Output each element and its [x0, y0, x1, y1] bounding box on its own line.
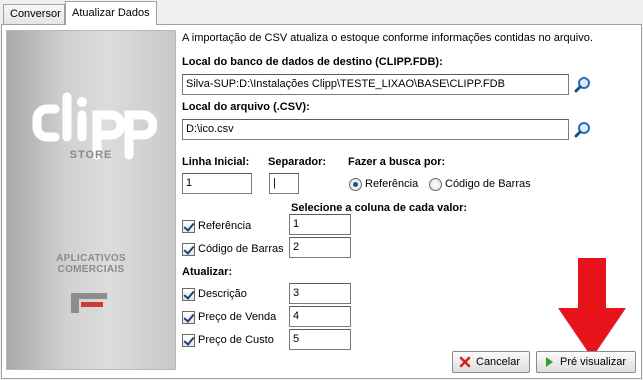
f-logo-icon — [71, 293, 107, 313]
colunas-label: Selecione a coluna de cada valor: — [291, 202, 468, 214]
preview-button-label: Pré visualizar — [560, 356, 627, 368]
preco-venda-column-input[interactable]: 4 — [289, 306, 351, 327]
brand-aplicativos-text: APLICATIVOS COMERCIAIS — [7, 253, 175, 275]
tab-conversor-label: Conversor — [10, 8, 61, 20]
brand-aplicativos-line2: COMERCIAIS — [57, 264, 125, 275]
codigo-barras-label: Código de Barras — [198, 243, 284, 255]
tab-strip: Conversor Atualizar Dados — [0, 0, 643, 25]
preco-custo-checkbox[interactable] — [182, 334, 195, 347]
brand-panel: STORE APLICATIVOS COMERCIAIS — [6, 30, 176, 370]
cancel-button-label: Cancelar — [476, 356, 521, 368]
red-down-arrow-icon — [558, 258, 626, 358]
separador-input[interactable]: | — [269, 173, 299, 194]
db-path-input[interactable]: Silva-SUP:D:\Instalações Clipp\TESTE_LIX… — [182, 74, 569, 95]
linha-inicial-input[interactable]: 1 — [182, 173, 252, 194]
atualizar-label: Atualizar: — [182, 266, 233, 278]
preco-custo-column-input[interactable]: 5 — [289, 329, 351, 350]
csv-search-icon[interactable] — [574, 121, 592, 139]
busca-label: Fazer a busca por: — [348, 156, 446, 168]
brand-store-text: STORE — [69, 149, 113, 161]
db-search-icon[interactable] — [574, 76, 592, 94]
csv-path-input[interactable]: D:\ico.csv — [182, 119, 569, 140]
busca-referencia-radio[interactable] — [349, 178, 362, 191]
busca-referencia-label: Referência — [365, 178, 419, 190]
busca-codigo-barras-label: Código de Barras — [445, 178, 531, 190]
referencia-label: Referência — [198, 220, 252, 232]
preview-button[interactable]: Pré visualizar — [536, 351, 636, 373]
info-text: A importação de CSV atualiza o estoque c… — [182, 32, 593, 44]
codigo-barras-checkbox[interactable] — [182, 243, 195, 256]
preco-venda-checkbox[interactable] — [182, 311, 195, 324]
separador-label: Separador: — [268, 156, 327, 168]
cancel-x-icon — [459, 356, 471, 368]
brand-aplicativos-line1: APLICATIVOS — [56, 253, 126, 264]
descricao-label: Descrição — [198, 288, 247, 300]
codigo-barras-column-input[interactable]: 2 — [289, 237, 351, 258]
csv-path-label: Local do arquivo (.CSV): — [182, 101, 310, 113]
referencia-column-input[interactable]: 1 — [289, 214, 351, 235]
preco-custo-label: Preço de Custo — [198, 334, 274, 346]
descricao-column-input[interactable]: 3 — [289, 283, 351, 304]
descricao-checkbox[interactable] — [182, 288, 195, 301]
tab-atualizar-dados[interactable]: Atualizar Dados — [65, 1, 157, 25]
tab-atualizar-dados-label: Atualizar Dados — [72, 7, 150, 19]
referencia-checkbox[interactable] — [182, 220, 195, 233]
tab-conversor[interactable]: Conversor — [3, 4, 65, 25]
linha-inicial-label: Linha Inicial: — [182, 156, 250, 168]
cancel-button[interactable]: Cancelar — [452, 351, 530, 373]
clipp-logo-icon — [32, 92, 157, 160]
db-path-label: Local do banco de dados de destino (CLIP… — [182, 56, 443, 68]
busca-codigo-barras-radio[interactable] — [429, 178, 442, 191]
preco-venda-label: Preço de Venda — [198, 311, 277, 323]
play-icon — [546, 357, 553, 367]
